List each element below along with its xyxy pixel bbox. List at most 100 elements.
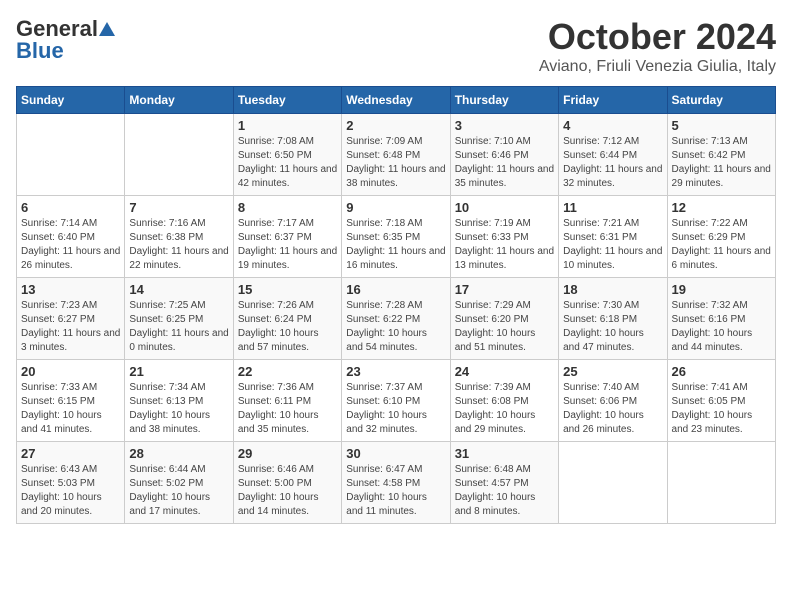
day-number: 12 <box>672 200 771 215</box>
calendar-week-row: 6 Sunrise: 7:14 AM Sunset: 6:40 PM Daylig… <box>17 196 776 278</box>
day-header-tuesday: Tuesday <box>233 87 341 114</box>
cell-content: Sunrise: 7:28 AM Sunset: 6:22 PM Dayligh… <box>346 299 445 355</box>
calendar-week-row: 1Sunrise: 7:08 AM Sunset: 6:50 PM Daylig… <box>17 114 776 196</box>
cell-content: Sunrise: 7:30 AM Sunset: 6:18 PM Dayligh… <box>563 299 662 355</box>
cell-content: Sunrise: 7:22 AM Sunset: 6:29 PM Dayligh… <box>672 217 771 273</box>
day-number: 4 <box>563 118 662 133</box>
cell-content: Sunrise: 7:25 AM Sunset: 6:25 PM Dayligh… <box>129 299 228 355</box>
day-number: 10 <box>455 200 554 215</box>
cell-content: Sunrise: 7:12 AM Sunset: 6:44 PM Dayligh… <box>563 135 662 191</box>
calendar-cell: 17 Sunrise: 7:29 AM Sunset: 6:20 PM Dayli… <box>450 278 558 360</box>
cell-content: Sunrise: 7:40 AM Sunset: 6:06 PM Dayligh… <box>563 381 662 437</box>
cell-content: Sunrise: 7:39 AM Sunset: 6:08 PM Dayligh… <box>455 381 554 437</box>
day-number: 14 <box>129 282 228 297</box>
cell-content: Sunrise: 7:37 AM Sunset: 6:10 PM Dayligh… <box>346 381 445 437</box>
calendar-week-row: 27 Sunrise: 6:43 AM Sunset: 5:03 PM Dayli… <box>17 442 776 524</box>
calendar-week-row: 20Sunrise: 7:33 AM Sunset: 6:15 PM Dayli… <box>17 360 776 442</box>
day-number: 6 <box>21 200 120 215</box>
calendar-cell <box>667 442 775 524</box>
calendar-week-row: 13 Sunrise: 7:23 AM Sunset: 6:27 PM Dayli… <box>17 278 776 360</box>
logo: General Blue <box>16 16 116 64</box>
calendar-cell: 9 Sunrise: 7:18 AM Sunset: 6:35 PM Daylig… <box>342 196 450 278</box>
day-number: 21 <box>129 364 228 379</box>
calendar-cell: 25 Sunrise: 7:40 AM Sunset: 6:06 PM Dayli… <box>559 360 667 442</box>
day-number: 3 <box>455 118 554 133</box>
cell-content: Sunrise: 7:18 AM Sunset: 6:35 PM Dayligh… <box>346 217 445 273</box>
cell-content: Sunrise: 7:17 AM Sunset: 6:37 PM Dayligh… <box>238 217 337 273</box>
calendar-cell: 2 Sunrise: 7:09 AM Sunset: 6:48 PM Daylig… <box>342 114 450 196</box>
day-header-saturday: Saturday <box>667 87 775 114</box>
day-header-monday: Monday <box>125 87 233 114</box>
day-header-thursday: Thursday <box>450 87 558 114</box>
day-header-sunday: Sunday <box>17 87 125 114</box>
day-number: 29 <box>238 446 337 461</box>
cell-content: Sunrise: 7:10 AM Sunset: 6:46 PM Dayligh… <box>455 135 554 191</box>
cell-content: Sunrise: 7:13 AM Sunset: 6:42 PM Dayligh… <box>672 135 771 191</box>
calendar-cell: 19 Sunrise: 7:32 AM Sunset: 6:16 PM Dayli… <box>667 278 775 360</box>
calendar-cell: 7 Sunrise: 7:16 AM Sunset: 6:38 PM Daylig… <box>125 196 233 278</box>
day-number: 30 <box>346 446 445 461</box>
cell-content: Sunrise: 7:21 AM Sunset: 6:31 PM Dayligh… <box>563 217 662 273</box>
day-header-friday: Friday <box>559 87 667 114</box>
calendar-header-row: SundayMondayTuesdayWednesdayThursdayFrid… <box>17 87 776 114</box>
cell-content: Sunrise: 6:48 AM Sunset: 4:57 PM Dayligh… <box>455 463 554 519</box>
cell-content: Sunrise: 7:09 AM Sunset: 6:48 PM Dayligh… <box>346 135 445 191</box>
cell-content: Sunrise: 7:16 AM Sunset: 6:38 PM Dayligh… <box>129 217 228 273</box>
day-number: 19 <box>672 282 771 297</box>
location-title: Aviano, Friuli Venezia Giulia, Italy <box>539 58 776 76</box>
day-number: 28 <box>129 446 228 461</box>
calendar-cell: 14 Sunrise: 7:25 AM Sunset: 6:25 PM Dayli… <box>125 278 233 360</box>
calendar-cell: 22 Sunrise: 7:36 AM Sunset: 6:11 PM Dayli… <box>233 360 341 442</box>
calendar-table: SundayMondayTuesdayWednesdayThursdayFrid… <box>16 86 776 524</box>
day-number: 18 <box>563 282 662 297</box>
calendar-cell: 27 Sunrise: 6:43 AM Sunset: 5:03 PM Dayli… <box>17 442 125 524</box>
day-header-wednesday: Wednesday <box>342 87 450 114</box>
day-number: 17 <box>455 282 554 297</box>
day-number: 9 <box>346 200 445 215</box>
cell-content: Sunrise: 6:43 AM Sunset: 5:03 PM Dayligh… <box>21 463 120 519</box>
calendar-cell: 18 Sunrise: 7:30 AM Sunset: 6:18 PM Dayli… <box>559 278 667 360</box>
calendar-cell: 13 Sunrise: 7:23 AM Sunset: 6:27 PM Dayli… <box>17 278 125 360</box>
title-block: October 2024 Aviano, Friuli Venezia Giul… <box>539 16 776 76</box>
calendar-cell: 10 Sunrise: 7:19 AM Sunset: 6:33 PM Dayli… <box>450 196 558 278</box>
page-header: General Blue October 2024 Aviano, Friuli… <box>16 16 776 76</box>
calendar-cell: 21Sunrise: 7:34 AM Sunset: 6:13 PM Dayli… <box>125 360 233 442</box>
cell-content: Sunrise: 7:08 AM Sunset: 6:50 PM Dayligh… <box>238 135 337 191</box>
cell-content: Sunrise: 7:41 AM Sunset: 6:05 PM Dayligh… <box>672 381 771 437</box>
calendar-cell: 8 Sunrise: 7:17 AM Sunset: 6:37 PM Daylig… <box>233 196 341 278</box>
day-number: 15 <box>238 282 337 297</box>
cell-content: Sunrise: 6:44 AM Sunset: 5:02 PM Dayligh… <box>129 463 228 519</box>
calendar-cell: 29 Sunrise: 6:46 AM Sunset: 5:00 PM Dayli… <box>233 442 341 524</box>
cell-content: Sunrise: 7:36 AM Sunset: 6:11 PM Dayligh… <box>238 381 337 437</box>
day-number: 2 <box>346 118 445 133</box>
cell-content: Sunrise: 7:14 AM Sunset: 6:40 PM Dayligh… <box>21 217 120 273</box>
logo-triangle-icon <box>98 20 116 38</box>
cell-content: Sunrise: 6:46 AM Sunset: 5:00 PM Dayligh… <box>238 463 337 519</box>
day-number: 11 <box>563 200 662 215</box>
day-number: 13 <box>21 282 120 297</box>
day-number: 7 <box>129 200 228 215</box>
calendar-cell: 4 Sunrise: 7:12 AM Sunset: 6:44 PM Daylig… <box>559 114 667 196</box>
day-number: 8 <box>238 200 337 215</box>
calendar-cell: 1Sunrise: 7:08 AM Sunset: 6:50 PM Daylig… <box>233 114 341 196</box>
cell-content: Sunrise: 7:29 AM Sunset: 6:20 PM Dayligh… <box>455 299 554 355</box>
day-number: 23 <box>346 364 445 379</box>
logo-blue-text: Blue <box>16 38 64 63</box>
cell-content: Sunrise: 7:32 AM Sunset: 6:16 PM Dayligh… <box>672 299 771 355</box>
calendar-cell: 30 Sunrise: 6:47 AM Sunset: 4:58 PM Dayli… <box>342 442 450 524</box>
day-number: 25 <box>563 364 662 379</box>
calendar-cell: 24 Sunrise: 7:39 AM Sunset: 6:08 PM Dayli… <box>450 360 558 442</box>
day-number: 24 <box>455 364 554 379</box>
cell-content: Sunrise: 7:23 AM Sunset: 6:27 PM Dayligh… <box>21 299 120 355</box>
cell-content: Sunrise: 7:19 AM Sunset: 6:33 PM Dayligh… <box>455 217 554 273</box>
calendar-cell: 12 Sunrise: 7:22 AM Sunset: 6:29 PM Dayli… <box>667 196 775 278</box>
cell-content: Sunrise: 6:47 AM Sunset: 4:58 PM Dayligh… <box>346 463 445 519</box>
calendar-cell: 6 Sunrise: 7:14 AM Sunset: 6:40 PM Daylig… <box>17 196 125 278</box>
calendar-cell <box>17 114 125 196</box>
day-number: 31 <box>455 446 554 461</box>
day-number: 22 <box>238 364 337 379</box>
day-number: 27 <box>21 446 120 461</box>
calendar-cell: 20Sunrise: 7:33 AM Sunset: 6:15 PM Dayli… <box>17 360 125 442</box>
calendar-cell: 3 Sunrise: 7:10 AM Sunset: 6:46 PM Daylig… <box>450 114 558 196</box>
calendar-cell: 11 Sunrise: 7:21 AM Sunset: 6:31 PM Dayli… <box>559 196 667 278</box>
